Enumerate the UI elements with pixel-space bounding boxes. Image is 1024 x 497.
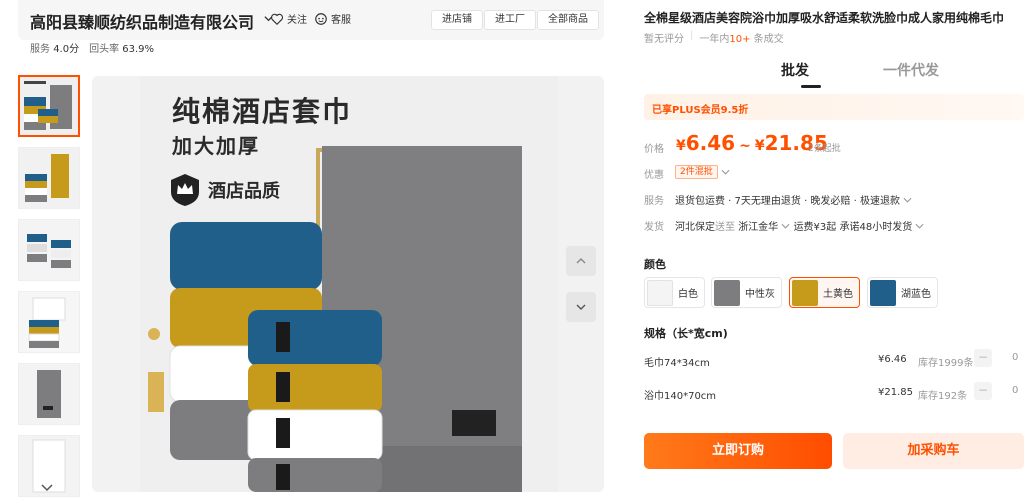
spec-row: 浴巾140*70cm ¥21.85 库存192条 − 0: [644, 380, 1024, 408]
quantity-minus-button[interactable]: −: [974, 382, 992, 400]
thumbnail-5[interactable]: [18, 363, 80, 425]
product-meta: 暂无评分 | 一年内10+ 条成交: [644, 30, 784, 45]
chevron-down-icon: [781, 223, 790, 229]
spec-price: ¥6.46: [878, 354, 907, 365]
repurchase-rate: 回头率 63.9%: [89, 44, 155, 55]
min-order-note: 2条起批: [808, 144, 841, 154]
color-option-blue[interactable]: 湖蓝色: [867, 277, 938, 308]
rating-text: 暂无评分: [644, 34, 684, 45]
product-page: 高阳县臻顺纺织品制造有限公司 关注 客服 进店铺 进工厂 全部商品 服务 4.0…: [0, 0, 1024, 497]
thumbnail-list: [18, 75, 80, 497]
add-to-cart-button[interactable]: 加采购车: [843, 433, 1024, 469]
thumbnail-4[interactable]: [18, 291, 80, 353]
purchase-mode-tabs: 批发 一件代发: [644, 58, 1024, 88]
shipping-info[interactable]: 河北保定送至 浙江金华 运费¥3起 承诺48小时发货: [675, 218, 924, 233]
image-prev-button[interactable]: [566, 246, 596, 276]
customer-service-button[interactable]: 客服: [314, 11, 351, 26]
all-products-button[interactable]: 全部商品: [537, 10, 599, 30]
spec-section-title: 规格（长*宽cm): [644, 327, 728, 340]
image-next-button[interactable]: [566, 292, 596, 322]
chevron-up-icon: [576, 258, 586, 264]
chevron-down-icon: [576, 304, 586, 310]
badge-text: 酒店品质: [208, 181, 280, 202]
color-swatch: [647, 279, 673, 306]
product-title: 全棉星级酒店美容院浴巾加厚吸水舒适柔软洗脸巾成人家用纯棉毛巾: [644, 11, 1005, 25]
image-headline: 纯棉酒店套巾: [172, 95, 353, 128]
main-product-image[interactable]: 纯棉酒店套巾 加大加厚 酒店品质: [140, 76, 558, 492]
chevron-down-icon: [903, 197, 912, 203]
spec-name: 浴巾140*70cm: [644, 391, 717, 402]
price-range: ¥ 6.46 ~ ¥ 21.85: [676, 131, 828, 155]
tab-wholesale[interactable]: 批发: [781, 60, 809, 80]
color-section-title: 颜色: [644, 258, 666, 271]
color-swatch: [792, 279, 818, 306]
color-option-yellow[interactable]: 土黄色: [789, 277, 860, 308]
follow-button[interactable]: 关注: [270, 11, 307, 26]
shop-stats: 服务 4.0分 回头率 63.9%: [30, 40, 154, 55]
quantity-value[interactable]: 0: [1012, 352, 1018, 363]
plus-text: 已享PLUS会员9.5折: [652, 105, 749, 116]
color-swatch: [714, 279, 740, 306]
sales-text: 一年内10+ 条成交: [699, 34, 784, 45]
color-option-gray[interactable]: 中性灰: [711, 277, 782, 308]
chevron-down-icon[interactable]: [721, 168, 730, 176]
spec-stock: 库存192条: [918, 391, 968, 402]
chat-icon: [315, 12, 327, 25]
chevron-down-icon: [915, 223, 924, 229]
product-info-panel: 全棉星级酒店美容院浴巾加厚吸水舒适柔软洗脸巾成人家用纯棉毛巾 暂无评分 | 一年…: [628, 0, 1024, 497]
quantity-minus-button[interactable]: −: [974, 349, 992, 367]
thumbnail-3[interactable]: [18, 219, 80, 281]
service-label: 客服: [331, 15, 351, 26]
thumbnail-2[interactable]: [18, 147, 80, 209]
price-label: 价格: [644, 144, 664, 155]
heart-icon: [270, 13, 284, 25]
buy-now-button[interactable]: 立即订购: [644, 433, 832, 469]
enter-shop-button[interactable]: 进店铺: [431, 10, 483, 30]
discount-tag[interactable]: 2件混批: [675, 165, 718, 179]
service-score: 服务 4.0分: [30, 44, 80, 55]
shop-name[interactable]: 高阳县臻顺纺织品制造有限公司: [30, 9, 254, 33]
quantity-value[interactable]: 0: [1012, 385, 1018, 396]
enter-factory-button[interactable]: 进工厂: [484, 10, 536, 30]
quality-badge: 酒店品质: [168, 172, 280, 208]
tab-underline: [801, 85, 821, 88]
thumbnail-1[interactable]: [18, 75, 80, 137]
chevron-down-icon[interactable]: [40, 481, 54, 493]
shipping-label: 发货: [644, 222, 664, 233]
service-label: 服务: [644, 196, 664, 207]
tab-dropship[interactable]: 一件代发: [883, 60, 939, 80]
color-option-white[interactable]: 白色: [644, 277, 705, 308]
image-subheadline: 加大加厚: [172, 134, 260, 158]
spec-stock: 库存1999条: [918, 358, 974, 369]
spec-price: ¥21.85: [878, 387, 913, 398]
spec-row: 毛巾74*34cm ¥6.46 库存1999条 − 0: [644, 347, 1024, 375]
crown-shield-icon: [171, 174, 199, 206]
service-guarantees[interactable]: 退货包运费 · 7天无理由退货 · 晚发必赔 · 极速退款: [675, 192, 912, 207]
follow-label: 关注: [287, 15, 307, 26]
plus-member-banner: 已享PLUS会员9.5折: [644, 94, 1024, 120]
discount-label: 优惠: [644, 170, 664, 181]
spec-name: 毛巾74*34cm: [644, 358, 710, 369]
shop-header: 高阳县臻顺纺织品制造有限公司 关注 客服 进店铺 进工厂 全部商品: [18, 0, 604, 40]
color-swatch: [870, 279, 896, 306]
